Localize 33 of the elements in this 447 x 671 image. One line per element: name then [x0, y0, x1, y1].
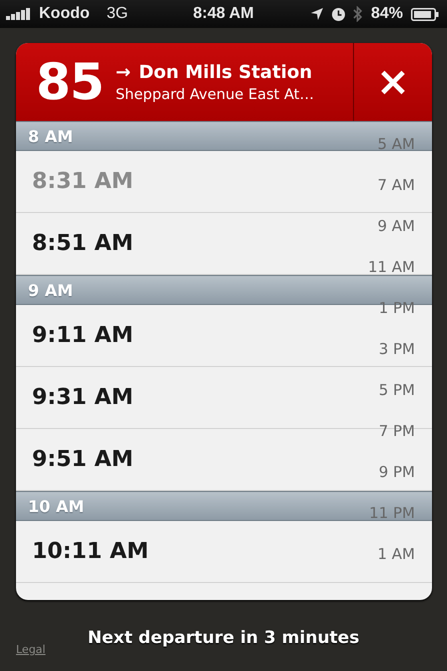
clock-time: 8:48 AM: [193, 5, 254, 22]
departure-time[interactable]: 10:11 AM: [32, 539, 149, 564]
signal-icon: [6, 8, 32, 20]
battery-icon: [411, 8, 439, 20]
index-label[interactable]: 11 AM: [368, 258, 415, 299]
index-label[interactable]: 7 PM: [378, 422, 415, 463]
clock-icon: [332, 8, 345, 20]
carrier-name: Koodo: [39, 5, 90, 23]
hour-label: 10 AM: [28, 496, 84, 516]
departure-time[interactable]: 8:51 AM: [32, 231, 134, 256]
battery-percent: 84%: [370, 5, 403, 23]
departure-message: Next departure in 3 minutes: [88, 628, 360, 648]
departure-time[interactable]: 9:31 AM: [32, 385, 134, 410]
index-label[interactable]: 3 PM: [378, 340, 415, 381]
route-number: 85: [36, 53, 104, 111]
destination-name: Don Mills Station: [138, 62, 312, 82]
arrow-icon: →: [116, 62, 131, 82]
index-label[interactable]: 5 PM: [378, 381, 415, 422]
index-label[interactable]: 7 AM: [377, 176, 415, 217]
departure-time[interactable]: 9:51 AM: [32, 447, 134, 472]
bluetooth-icon: [352, 6, 363, 22]
hour-label: 8 AM: [28, 126, 74, 146]
index-label[interactable]: 9 PM: [378, 463, 415, 504]
index-label[interactable]: 1 AM: [377, 545, 415, 586]
index-label[interactable]: 9 AM: [377, 217, 415, 258]
departure-time[interactable]: 8:31 AM: [32, 169, 134, 194]
stop-name: Sheppard Avenue East At…: [116, 86, 315, 102]
legal-link[interactable]: Legal: [16, 643, 46, 656]
location-icon: [310, 7, 324, 21]
index-label[interactable]: 1 PM: [378, 299, 415, 340]
network-type: 3G: [106, 5, 128, 23]
hour-label: 9 AM: [28, 280, 74, 300]
departure-time[interactable]: 9:11 AM: [32, 323, 134, 348]
